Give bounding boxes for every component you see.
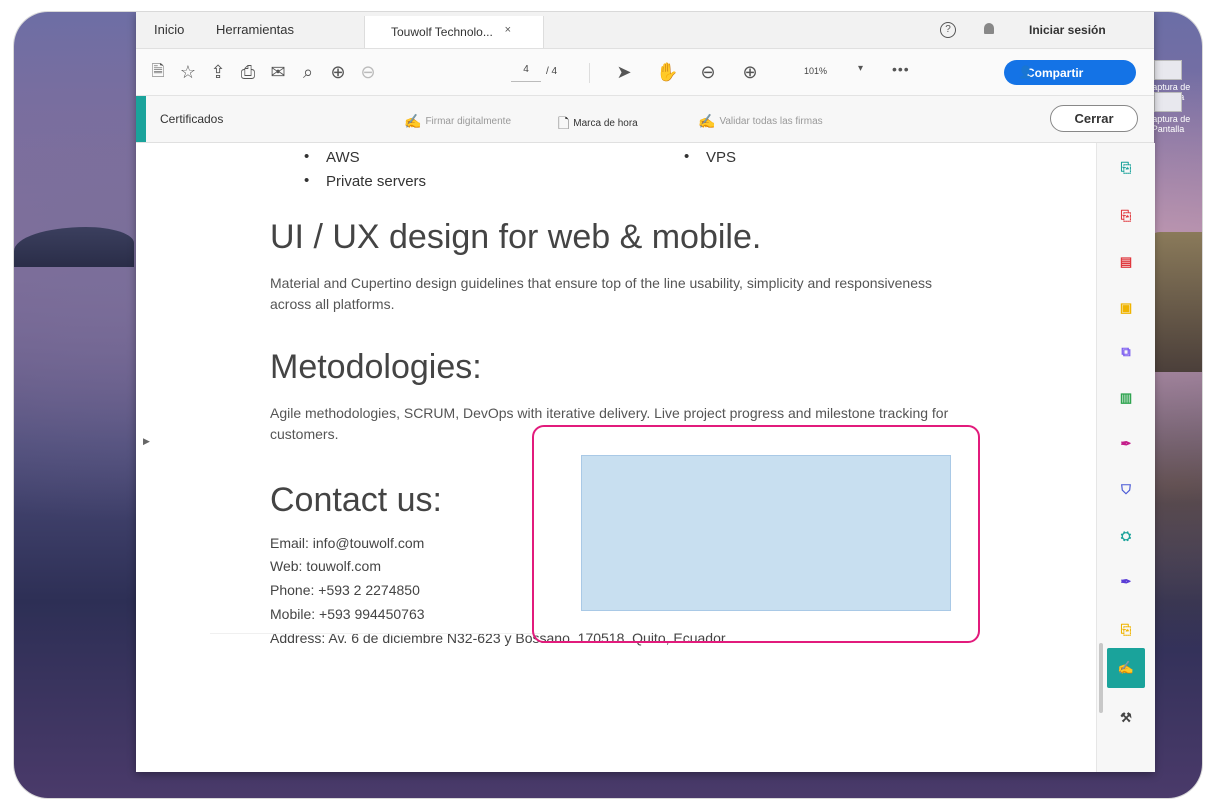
page-up-icon[interactable]: ⊕ — [328, 62, 348, 82]
timestamp-button[interactable]: 🗋 Marca de hora — [558, 113, 638, 137]
print-icon[interactable]: ⎙ — [238, 62, 258, 82]
close-button[interactable]: Cerrar — [1050, 105, 1138, 132]
hand-tool-icon[interactable]: ✋ — [656, 62, 678, 82]
right-tools-rail: ⎘ ⎘ ▤ ▣ ⧉ ▥ ✒ ⛉ ⛭ ✒ ⎘ ✍ ⚒ — [1096, 143, 1155, 772]
bullet-item: VPS — [684, 148, 736, 166]
scan-ocr-icon[interactable]: ⛭ — [1117, 527, 1135, 545]
page-number-input[interactable]: 4 — [511, 64, 541, 82]
section-title-ui: UI / UX design for web & mobile. — [270, 218, 762, 256]
bell-icon[interactable] — [984, 23, 994, 34]
zoom-level[interactable]: 101% — [804, 66, 827, 76]
validate-all-label: Validar todas las firmas — [719, 116, 823, 127]
page-divider — [210, 633, 540, 634]
fill-sign-icon[interactable]: ✒ — [1117, 435, 1135, 453]
document-scrollbar[interactable] — [1099, 643, 1103, 713]
tab-home[interactable]: Inicio — [154, 22, 184, 37]
section-title-methodologies: Metodologies: — [270, 348, 482, 386]
request-signature-icon[interactable]: ✒ — [1117, 573, 1135, 591]
validate-pen-icon: ✍ — [698, 113, 716, 129]
prepare-form-icon[interactable]: ⎘ — [1117, 621, 1135, 639]
contact-phone: Phone: +593 2 2274850 — [270, 582, 420, 598]
add-user-icon: 👤 — [1018, 65, 1033, 79]
sign-digitally-button[interactable]: ✍ Firmar digitalmente — [404, 113, 511, 130]
more-tools-wrench-icon[interactable]: ⚒ — [1117, 709, 1135, 727]
signin-link[interactable]: Iniciar sesión — [1029, 23, 1106, 37]
certificates-accent — [136, 96, 146, 142]
more-tools-icon[interactable]: ••• — [892, 61, 910, 77]
protect-shield-icon[interactable]: ⛉ — [1117, 481, 1135, 499]
edit-pdf-icon[interactable]: ▤ — [1117, 253, 1135, 271]
contact-web: Web: touwolf.com — [270, 558, 382, 574]
share-button[interactable]: 👤 Compartir — [1004, 60, 1136, 85]
acrobat-window: Inicio Herramientas Touwolf Technolo... … — [136, 12, 1155, 772]
zoom-dropdown-icon[interactable]: ▾ — [858, 63, 863, 74]
main-toolbar: 🗎 ☆ ⇪ ⎙ ✉ ⌕ ⊕ ⊖ 4 / 4 ➤ ✋ ⊖ ⊕ 101% ▾ •••… — [136, 49, 1154, 96]
bookmark-star-icon[interactable]: ☆ — [178, 62, 198, 82]
create-pdf-icon[interactable]: ⎘ — [1117, 207, 1135, 225]
certificates-bar: Certificados ✍ Firmar digitalmente 🗋 Marca… — [136, 96, 1154, 143]
export-pdf-icon[interactable]: ⎘ — [1117, 159, 1135, 177]
certificates-tool-icon[interactable]: ✍ — [1117, 659, 1135, 677]
cloud-upload-icon[interactable]: ⇪ — [208, 62, 228, 82]
tab-bar: Inicio Herramientas Touwolf Technolo... … — [136, 12, 1154, 49]
document-page: AWS Private servers VPS UI / UX design f… — [136, 143, 1096, 772]
contact-email: Email: info@touwolf.com — [270, 535, 425, 551]
email-icon[interactable]: ✉ — [268, 62, 288, 82]
search-icon[interactable]: ⌕ — [298, 62, 318, 82]
timestamp-icon: 🗋 — [558, 115, 570, 131]
certificates-label: Certificados — [160, 112, 224, 126]
close-tab-icon[interactable]: × — [505, 24, 511, 36]
select-cursor-icon[interactable]: ➤ — [614, 62, 634, 82]
timestamp-label: Marca de hora — [573, 118, 638, 129]
document-viewport[interactable]: ▶ AWS Private servers VPS UI / UX design… — [136, 143, 1096, 772]
file-thumbnail-icon — [1154, 92, 1182, 112]
share-button-label: Compartir — [1026, 65, 1084, 80]
page-down-icon[interactable]: ⊖ — [358, 62, 378, 82]
tab-document[interactable]: Touwolf Technolo... × — [364, 16, 544, 48]
organize-pages-icon[interactable]: ▥ — [1117, 389, 1135, 407]
validate-all-button[interactable]: ✍ Validar todas las firmas — [698, 113, 823, 130]
tab-document-label: Touwolf Technolo... — [391, 25, 493, 39]
combine-files-icon[interactable]: ⧉ — [1117, 343, 1135, 361]
desktop-mountain-left — [14, 227, 134, 267]
help-icon[interactable]: ? — [940, 22, 956, 38]
zoom-in-icon[interactable]: ⊕ — [740, 62, 760, 82]
bullet-item: Private servers — [304, 172, 426, 190]
zoom-out-icon[interactable]: ⊖ — [698, 62, 718, 82]
section-text-ui: Material and Cupertino design guidelines… — [270, 275, 933, 312]
comment-icon[interactable]: ▣ — [1117, 299, 1135, 317]
page-total: / 4 — [546, 66, 558, 77]
pen-icon: ✍ — [404, 113, 422, 129]
highlight-rectangle — [532, 425, 980, 643]
desktop-background: Captura de Pantalla Captura de Pantalla … — [14, 12, 1202, 798]
sign-digitally-label: Firmar digitalmente — [425, 116, 512, 127]
bullet-item: AWS — [304, 148, 359, 166]
toolbar-divider — [589, 63, 590, 83]
file-thumbnail-icon — [1154, 60, 1182, 80]
section-title-contact: Contact us: — [270, 481, 442, 519]
contact-mobile: Mobile: +593 994450763 — [270, 606, 425, 622]
tab-tools[interactable]: Herramientas — [216, 22, 294, 37]
save-icon[interactable]: 🗎 — [148, 62, 168, 82]
